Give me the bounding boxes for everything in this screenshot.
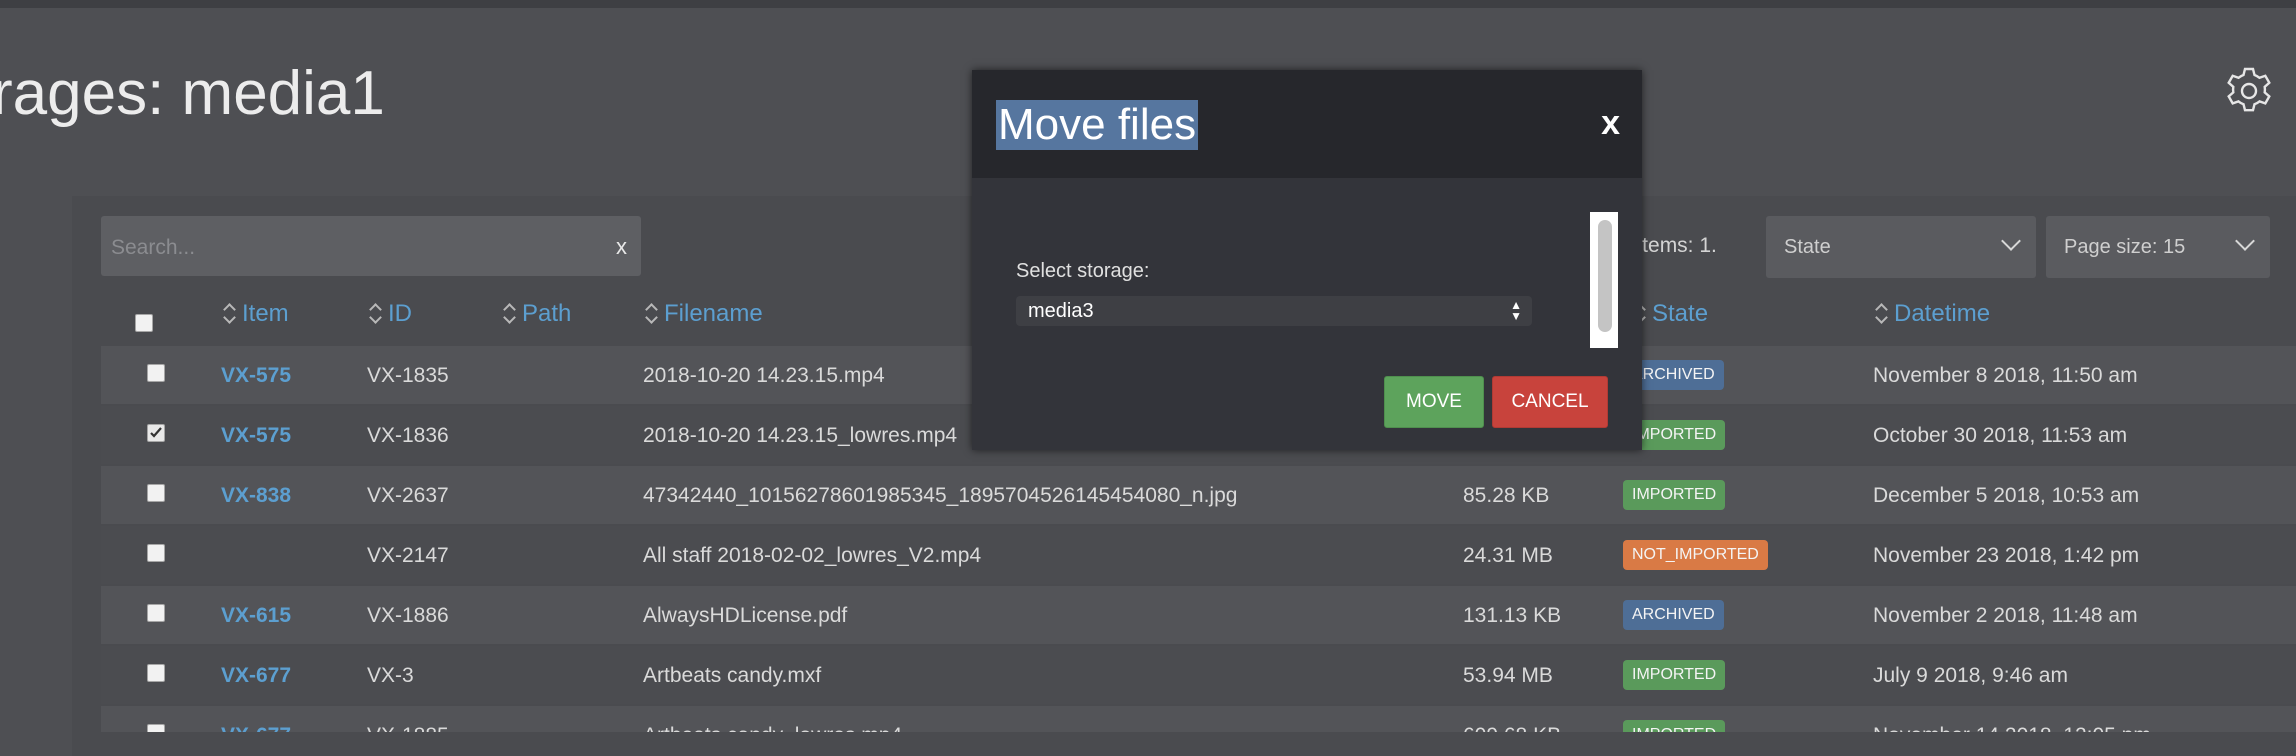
row-checkbox[interactable]	[147, 424, 165, 442]
row-checkbox[interactable]	[147, 664, 165, 682]
table-row[interactable]: VX-615 VX-1886 AlwaysHDLicense.pdf 131.1…	[101, 586, 2296, 644]
column-header-label: ID	[388, 300, 412, 327]
filename-cell: Artbeats candy.mxf	[643, 664, 822, 687]
filename-cell: 47342440_10156278601985345_1895704526145…	[643, 484, 1238, 507]
id-cell: VX-3	[367, 664, 414, 687]
column-header-datetime[interactable]: Datetime	[1876, 300, 1990, 328]
row-checkbox[interactable]	[147, 484, 165, 502]
table-row[interactable]: VX-838 VX-2637 47342440_1015627860198534…	[101, 466, 2296, 524]
datetime-cell: November 8 2018, 11:50 am	[1873, 364, 2138, 387]
item-link[interactable]: VX-575	[221, 424, 291, 448]
size-cell: 609.68 KB	[1463, 724, 1561, 732]
id-cell: VX-1885	[367, 724, 449, 732]
row-checkbox[interactable]	[147, 544, 165, 562]
filename-cell: All staff 2018-02-02_lowres_V2.mp4	[643, 544, 982, 567]
clear-search-button[interactable]: x	[616, 234, 627, 260]
status-badge: NOT_IMPORTED	[1623, 540, 1768, 570]
chevron-down-icon	[2235, 231, 2255, 251]
column-header-label: Item	[242, 300, 289, 327]
item-link[interactable]: VX-677	[221, 664, 291, 688]
sort-icon	[1876, 304, 1886, 322]
search-input[interactable]: Search... x	[101, 216, 641, 276]
column-header-filename[interactable]: Filename	[646, 300, 763, 328]
select-storage-label: Select storage:	[1016, 260, 1150, 282]
gear-icon[interactable]	[2224, 66, 2274, 116]
id-cell: VX-2637	[367, 484, 449, 507]
id-cell: VX-1835	[367, 364, 449, 387]
row-checkbox[interactable]	[147, 364, 165, 382]
sort-icon	[646, 304, 656, 322]
size-cell: 53.94 MB	[1463, 664, 1553, 687]
state-filter-select[interactable]: State	[1766, 216, 2036, 278]
table-row[interactable]: VX-677 VX-1885 Artbeats candy_lowres.mp4…	[101, 706, 2296, 732]
table-row[interactable]: VX-2147 All staff 2018-02-02_lowres_V2.m…	[101, 526, 2296, 584]
datetime-cell: November 23 2018, 1:42 pm	[1873, 544, 2140, 567]
column-header-state[interactable]: State	[1634, 300, 1708, 328]
column-header-label: State	[1652, 300, 1709, 327]
size-cell: 131.13 KB	[1463, 604, 1562, 627]
item-link[interactable]: VX-677	[221, 724, 291, 732]
sort-icon	[370, 304, 380, 322]
filename-cell: Artbeats candy_lowres.mp4	[643, 724, 902, 732]
state-filter-label: State	[1784, 236, 1831, 258]
page-size-label: Page size: 15	[2064, 236, 2186, 258]
size-cell: 85.28 KB	[1463, 484, 1550, 507]
item-link[interactable]: VX-615	[221, 604, 291, 628]
id-cell: VX-2147	[367, 544, 449, 567]
page-title: rages: media1	[0, 59, 385, 128]
datetime-cell: October 30 2018, 11:53 am	[1873, 424, 2128, 447]
datetime-cell: November 2 2018, 11:48 am	[1873, 604, 2138, 627]
datetime-cell: July 9 2018, 9:46 am	[1873, 664, 2068, 687]
check-icon	[150, 427, 162, 438]
size-cell: 24.31 MB	[1463, 544, 1553, 567]
column-header-item[interactable]: Item	[224, 300, 289, 328]
selected-storage-value: media3	[1028, 300, 1094, 322]
scrollbar-thumb[interactable]	[1598, 220, 1612, 332]
search-placeholder: Search...	[111, 236, 196, 259]
sort-icon	[504, 304, 514, 322]
column-header-path[interactable]: Path	[504, 300, 571, 328]
filename-cell: 2018-10-20 14.23.15_lowres.mp4	[643, 424, 958, 447]
close-icon[interactable]: x	[1601, 104, 1620, 143]
item-link[interactable]: VX-838	[221, 484, 291, 508]
move-button[interactable]: MOVE	[1384, 376, 1484, 428]
cancel-button[interactable]: CANCEL	[1492, 376, 1608, 428]
dialog-header: Move files x	[972, 70, 1642, 178]
dialog-scrollbar[interactable]	[1590, 212, 1618, 348]
row-checkbox[interactable]	[147, 724, 165, 732]
status-badge: IMPORTED	[1623, 720, 1726, 732]
filename-cell: AlwaysHDLicense.pdf	[643, 604, 848, 627]
storage-select[interactable]: media3 ▲ ▼	[1016, 296, 1532, 326]
top-bar	[0, 0, 2296, 8]
move-files-dialog: Move files x Select storage: media3 ▲ ▼ M…	[972, 70, 1642, 450]
id-cell: VX-1886	[367, 604, 449, 627]
dialog-title: Move files	[996, 100, 1199, 150]
datetime-cell: December 5 2018, 10:53 am	[1873, 484, 2140, 507]
table-row[interactable]: VX-677 VX-3 Artbeats candy.mxf 53.94 MB …	[101, 646, 2296, 704]
filename-cell: 2018-10-20 14.23.15.mp4	[643, 364, 885, 387]
row-checkbox[interactable]	[147, 604, 165, 622]
datetime-cell: November 14 2018, 12:05 pm	[1873, 724, 2151, 732]
page-size-select[interactable]: Page size: 15	[2046, 216, 2270, 278]
chevron-down-icon	[2001, 231, 2021, 251]
sort-icon	[224, 304, 234, 322]
item-link[interactable]: VX-575	[221, 364, 291, 388]
select-all-checkbox[interactable]	[135, 314, 153, 332]
column-header-label: Path	[522, 300, 572, 327]
status-badge: ARCHIVED	[1623, 600, 1724, 630]
status-badge: IMPORTED	[1623, 660, 1726, 690]
status-badge: IMPORTED	[1623, 480, 1726, 510]
column-header-id[interactable]: ID	[370, 300, 412, 328]
select-arrows-icon: ▲ ▼	[1510, 298, 1522, 323]
id-cell: VX-1836	[367, 424, 449, 447]
column-header-label: Datetime	[1894, 300, 1991, 327]
column-header-label: Filename	[664, 300, 763, 327]
